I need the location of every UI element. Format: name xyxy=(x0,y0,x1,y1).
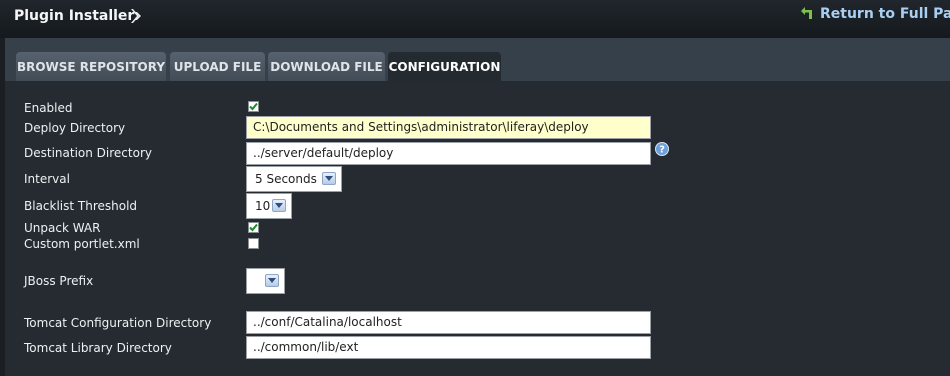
enabled-checkbox[interactable] xyxy=(248,101,259,112)
interval-select[interactable]: 5 Seconds xyxy=(246,166,342,192)
blacklist-threshold-label: Blacklist Threshold xyxy=(24,199,138,213)
tab-download-file[interactable]: DOWNLOAD FILE xyxy=(268,52,385,82)
help-icon[interactable]: ? xyxy=(655,142,669,156)
title-menu-arrow-icon[interactable] xyxy=(130,8,144,24)
blacklist-threshold-select[interactable]: 10 xyxy=(246,193,292,219)
plugin-installer-panel: BROWSE REPOSITORY UPLOAD FILE DOWNLOAD F… xyxy=(5,38,950,376)
enabled-label: Enabled xyxy=(24,101,73,115)
deploy-directory-input[interactable]: C:\Documents and Settings\administrator\… xyxy=(246,116,651,139)
jboss-prefix-label: JBoss Prefix xyxy=(24,274,94,288)
custom-portlet-xml-label: Custom portlet.xml xyxy=(24,237,140,251)
deploy-directory-label: Deploy Directory xyxy=(24,121,126,135)
tomcat-configuration-directory-label: Tomcat Configuration Directory xyxy=(24,316,212,330)
tab-browse-repository[interactable]: BROWSE REPOSITORY xyxy=(16,52,166,82)
unpack-war-checkbox[interactable] xyxy=(248,222,259,233)
checkmark-icon xyxy=(249,223,258,232)
blacklist-threshold-value: 10 xyxy=(255,199,271,213)
interval-label: Interval xyxy=(24,172,70,186)
checkmark-icon xyxy=(249,102,258,111)
tab-label: BROWSE REPOSITORY xyxy=(16,60,166,74)
tab-configuration[interactable]: CONFIGURATION xyxy=(388,52,501,82)
destination-directory-input[interactable]: ../server/default/deploy xyxy=(246,142,651,165)
tab-upload-file[interactable]: UPLOAD FILE xyxy=(170,52,265,82)
return-to-full-page-link[interactable]: Return to Full Page xyxy=(800,6,950,22)
tab-label: CONFIGURATION xyxy=(388,60,501,74)
dropdown-arrow-icon xyxy=(265,274,279,287)
portlet-title: Plugin Installer xyxy=(14,8,135,24)
tomcat-configuration-directory-input[interactable]: ../conf/Catalina/localhost xyxy=(246,311,651,334)
custom-portlet-xml-checkbox[interactable] xyxy=(248,238,259,249)
tomcat-library-directory-label: Tomcat Library Directory xyxy=(24,341,172,355)
tomcat-library-directory-input[interactable]: ../common/lib/ext xyxy=(246,336,651,359)
portlet-title-bar: Plugin Installer Return to Full Page xyxy=(0,0,950,38)
dropdown-arrow-icon xyxy=(322,172,336,185)
tab-bar: BROWSE REPOSITORY UPLOAD FILE DOWNLOAD F… xyxy=(5,38,950,82)
destination-directory-label: Destination Directory xyxy=(24,146,152,160)
tab-label: DOWNLOAD FILE xyxy=(270,60,383,74)
jboss-prefix-select[interactable] xyxy=(246,268,285,294)
svg-text:?: ? xyxy=(659,145,665,156)
unpack-war-label: Unpack WAR xyxy=(24,221,101,235)
tab-underline xyxy=(5,81,950,82)
return-arrow-icon xyxy=(801,7,812,19)
tab-label: UPLOAD FILE xyxy=(173,60,262,74)
dropdown-arrow-icon xyxy=(272,199,286,212)
interval-value: 5 Seconds xyxy=(255,172,317,186)
return-link-label: Return to Full Page xyxy=(820,6,950,22)
